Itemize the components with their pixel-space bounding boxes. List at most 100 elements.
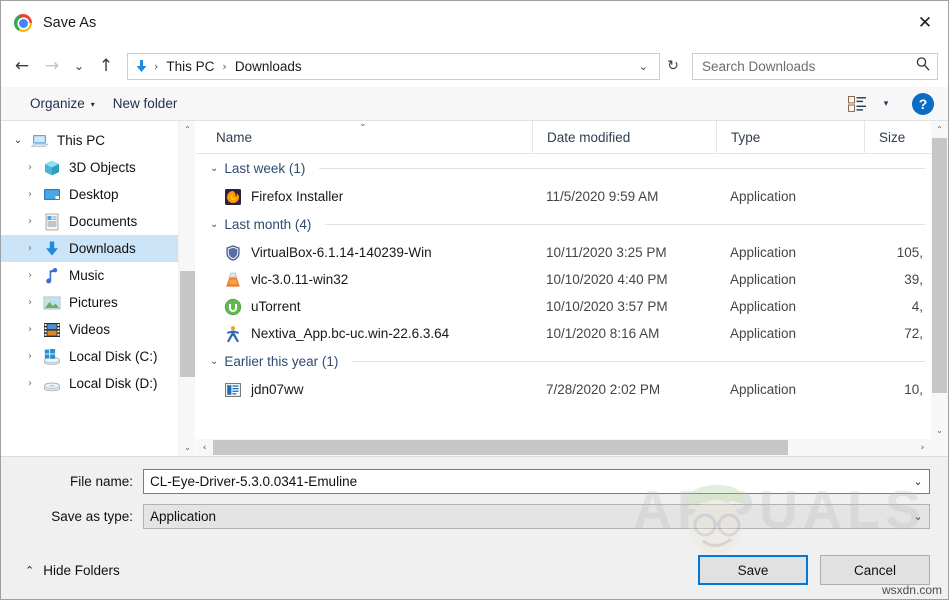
file-name-label: uTorrent	[251, 299, 301, 314]
file-list-vertical-scrollbar[interactable]: ⌃ ⌄	[931, 121, 948, 456]
chevron-right-icon[interactable]: ›	[19, 351, 41, 362]
music-icon	[41, 267, 63, 285]
hscroll-track[interactable]	[213, 439, 914, 456]
forward-button[interactable]: →	[37, 51, 67, 81]
search-input[interactable]	[702, 58, 915, 74]
chevron-down-icon[interactable]: ⌄	[907, 475, 929, 488]
file-list-item[interactable]: jdn07ww 7/28/2020 2:02 PM Application 10,	[196, 376, 931, 403]
file-name-cell: VirtualBox-6.1.14-140239-Win	[196, 244, 532, 262]
chevron-right-icon[interactable]: ›	[19, 216, 41, 227]
refresh-icon[interactable]: ↻	[660, 53, 686, 80]
sidebar-item-documents[interactable]: › Documents	[1, 208, 195, 235]
window-title: Save As	[43, 15, 97, 31]
list-view-icon[interactable]	[840, 91, 874, 117]
sidebar-item-3d-objects[interactable]: › 3D Objects	[1, 154, 195, 181]
tree-vertical-scrollbar[interactable]: ⌃ ⌄	[178, 121, 195, 456]
hscroll-thumb[interactable]	[213, 440, 788, 455]
file-size-cell: 105,	[896, 245, 923, 260]
file-size-cell: 39,	[904, 272, 923, 287]
command-bar-right: ▾ ?	[840, 91, 940, 117]
chevron-right-icon[interactable]: ›	[19, 189, 41, 200]
sidebar-item-local-disk-d[interactable]: › Local Disk (D:)	[1, 370, 195, 397]
button-row: ⌃ Hide Folders Save Cancel	[1, 539, 948, 599]
file-size-cell: 4,	[911, 299, 923, 314]
file-group-header[interactable]: ⌄ Last week (1)	[196, 154, 931, 183]
new-folder-button[interactable]: New folder	[104, 93, 187, 114]
view-options-caret-icon[interactable]: ▾	[876, 91, 896, 117]
chevron-right-icon[interactable]: ›	[19, 297, 41, 308]
chevron-right-icon[interactable]: ›	[19, 324, 41, 335]
back-button[interactable]: ←	[7, 51, 37, 81]
file-name-cell: Firefox Installer	[196, 188, 532, 206]
tree-scroll-thumb[interactable]	[180, 271, 195, 377]
file-type-cell: Application	[730, 326, 797, 341]
search-icon	[915, 56, 931, 77]
up-button[interactable]: ↑	[91, 51, 121, 81]
scroll-left-icon[interactable]: ‹	[196, 439, 213, 456]
sidebar-item-desktop[interactable]: › Desktop	[1, 181, 195, 208]
save-button[interactable]: Save	[698, 555, 808, 585]
file-name-input[interactable]: CL-Eye-Driver-5.3.0.0341-Emuline ⌄	[143, 469, 930, 494]
column-header-name[interactable]: ⌄ Name	[196, 119, 532, 153]
chevron-down-icon[interactable]: ⌄	[7, 135, 29, 146]
file-group-header[interactable]: ⌄ Earlier this year (1)	[196, 347, 931, 376]
chevron-right-icon[interactable]: ›	[19, 162, 41, 173]
scroll-up-icon[interactable]: ⌃	[931, 121, 948, 138]
close-icon[interactable]: ✕	[902, 1, 948, 45]
file-list-item[interactable]: VirtualBox-6.1.14-140239-Win 10/11/2020 3…	[196, 239, 931, 266]
cancel-button[interactable]: Cancel	[820, 555, 930, 585]
chevron-right-icon[interactable]: ›	[19, 243, 41, 254]
sidebar-item-label: Local Disk (D:)	[69, 376, 158, 391]
column-header-date-modified[interactable]: Date modified	[532, 121, 716, 153]
breadcrumb-this-pc[interactable]: This PC	[164, 59, 216, 74]
dialog-buttons: Save Cancel	[698, 555, 930, 585]
chevron-down-icon[interactable]: ⌄	[210, 219, 218, 230]
file-name-label: VirtualBox-6.1.14-140239-Win	[251, 245, 432, 260]
sidebar-item-this-pc[interactable]: ⌄ This PC	[1, 127, 195, 154]
new-folder-label: New folder	[112, 96, 178, 111]
column-header-size[interactable]: Size	[864, 121, 931, 153]
scroll-up-icon[interactable]: ⌃	[179, 121, 195, 138]
chevron-down-icon[interactable]: ⌄	[632, 60, 655, 73]
content-area: ⌄ This PC › 3D Objects › Desktop › Documents › Do…	[1, 119, 948, 457]
sidebar-item-music[interactable]: › Music	[1, 262, 195, 289]
sidebar-item-pictures[interactable]: › Pictures	[1, 289, 195, 316]
address-bar[interactable]: › This PC › Downloads ⌄	[127, 52, 660, 80]
file-size-cell: 10,	[904, 382, 923, 397]
column-header-type-label: Type	[731, 129, 761, 145]
file-name-cell: vlc-3.0.11-win32	[196, 271, 532, 289]
scroll-right-icon[interactable]: ›	[914, 439, 931, 456]
sidebar-item-downloads[interactable]: › Downloads	[1, 235, 195, 262]
file-list-item[interactable]: uTorrent 10/10/2020 3:57 PM Application 4,	[196, 293, 931, 320]
scroll-down-icon[interactable]: ⌄	[179, 439, 195, 456]
save-as-dialog: Save As ✕ ← → ⌄ ↑ › This PC › Downloads …	[0, 0, 949, 600]
file-list-item[interactable]: vlc-3.0.11-win32 10/10/2020 4:40 PM Applic…	[196, 266, 931, 293]
chevron-right-icon[interactable]: ›	[19, 378, 41, 389]
chevron-down-icon[interactable]: ⌄	[907, 510, 929, 523]
search-box[interactable]	[692, 52, 938, 80]
sidebar-item-label: 3D Objects	[69, 160, 136, 175]
breadcrumb-downloads[interactable]: Downloads	[233, 59, 304, 74]
file-list-item[interactable]: Firefox Installer 11/5/2020 9:59 AM Applic…	[196, 183, 931, 210]
file-list-scroll-thumb[interactable]	[932, 138, 947, 393]
group-divider	[352, 361, 925, 362]
chevron-down-icon[interactable]: ⌄	[210, 356, 218, 367]
file-list-item[interactable]: Nextiva_App.bc-uc.win-22.6.3.64 10/1/2020…	[196, 320, 931, 347]
scroll-down-icon[interactable]: ⌄	[931, 422, 948, 439]
breadcrumb-separator-1: ›	[222, 59, 227, 73]
save-as-type-select[interactable]: Application ⌄	[143, 504, 930, 529]
recent-locations-button[interactable]: ⌄	[67, 51, 91, 81]
file-date-cell: 10/1/2020 8:16 AM	[546, 326, 660, 341]
sidebar-item-local-disk-c[interactable]: › Local Disk (C:)	[1, 343, 195, 370]
file-group-header[interactable]: ⌄ Last month (4)	[196, 210, 931, 239]
column-header-type[interactable]: Type	[716, 121, 864, 153]
horizontal-scrollbar[interactable]: ‹ ›	[196, 439, 931, 456]
save-as-type-label: Save as type:	[51, 509, 133, 524]
chevron-down-icon[interactable]: ⌄	[210, 163, 218, 174]
sidebar-item-videos[interactable]: › Videos	[1, 316, 195, 343]
organize-button[interactable]: Organize ▾	[21, 93, 104, 114]
chevron-right-icon[interactable]: ›	[19, 270, 41, 281]
hide-folders-button[interactable]: ⌃ Hide Folders	[19, 563, 120, 578]
help-button[interactable]: ?	[912, 92, 934, 115]
file-name-value: CL-Eye-Driver-5.3.0.0341-Emuline	[150, 474, 358, 489]
